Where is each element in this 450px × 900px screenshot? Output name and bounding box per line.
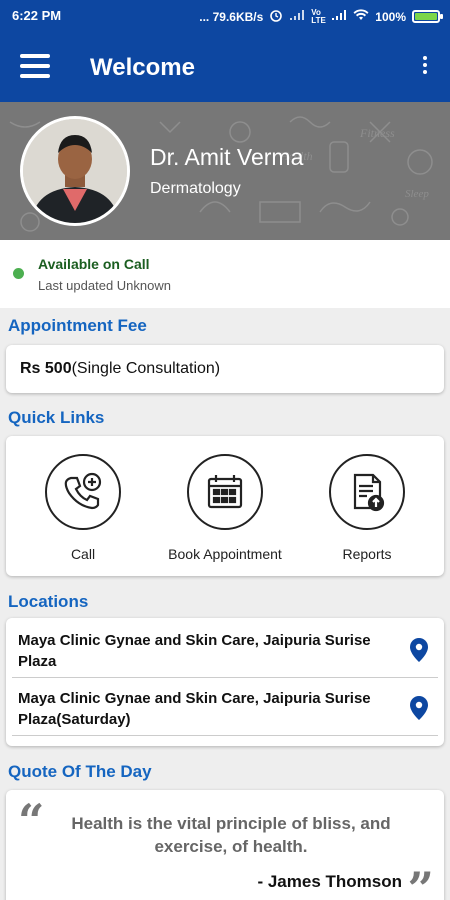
status-icons: ... 79.6KB/s Vo LTE 100% bbox=[199, 7, 443, 25]
network-type: Vo LTE bbox=[311, 7, 326, 25]
quote-title: Quote Of The Day bbox=[8, 762, 152, 781]
map-pin-icon[interactable] bbox=[410, 638, 428, 662]
status-bar: 6:22 PM ... 79.6KB/s Vo LTE 100% bbox=[0, 0, 450, 32]
app-bar: Welcome bbox=[0, 32, 450, 102]
battery-icon bbox=[412, 10, 443, 23]
quick-link-label: Reports bbox=[342, 546, 392, 562]
quick-link-call[interactable]: Call bbox=[8, 454, 158, 562]
quick-link-reports[interactable]: Reports bbox=[292, 454, 442, 562]
doctor-specialty: Dermatology bbox=[150, 180, 241, 197]
close-quote-icon: ” bbox=[407, 862, 434, 900]
open-quote-icon: “ bbox=[18, 794, 45, 848]
battery-percent: 100% bbox=[375, 9, 406, 24]
fee-text: Rs 500(Single Consultation) bbox=[20, 360, 220, 378]
quote-text: Health is the vital principle of bliss, … bbox=[71, 814, 391, 856]
report-upload-icon bbox=[329, 454, 405, 530]
location-item[interactable]: Maya Clinic Gynae and Skin Care, Jaipuri… bbox=[12, 680, 438, 736]
app-title: Welcome bbox=[90, 54, 195, 81]
doctor-name: Dr. Amit Verma bbox=[150, 144, 304, 170]
quick-links-title: Quick Links bbox=[8, 408, 105, 427]
appointment-fee-title: Appointment Fee bbox=[8, 316, 147, 335]
phone-plus-icon bbox=[45, 454, 121, 530]
quote-author: - James Thomson bbox=[257, 872, 402, 891]
fee-amount: Rs 500 bbox=[20, 360, 72, 377]
menu-icon[interactable] bbox=[20, 54, 50, 78]
quote-card: “ Health is the vital principle of bliss… bbox=[6, 790, 444, 900]
location-item[interactable]: Maya Clinic Gynae and Skin Care, Jaipuri… bbox=[12, 622, 438, 678]
calendar-icon bbox=[187, 454, 263, 530]
quick-links-card: Call Book Appointment Reports bbox=[6, 436, 444, 576]
quick-link-book-appointment[interactable]: Book Appointment bbox=[150, 454, 300, 562]
availability-dot-icon bbox=[13, 268, 24, 279]
quick-link-label: Call bbox=[70, 546, 96, 562]
overflow-menu-icon[interactable] bbox=[422, 56, 428, 77]
availability-panel: Available on Call Last updated Unknown bbox=[0, 240, 450, 308]
fee-description: (Single Consultation) bbox=[71, 360, 221, 377]
map-pin-icon[interactable] bbox=[410, 696, 428, 720]
network-speed: ... 79.6KB/s bbox=[199, 9, 264, 24]
availability-updated: Last updated Unknown bbox=[38, 278, 171, 293]
locations-card: Maya Clinic Gynae and Skin Care, Jaipuri… bbox=[6, 618, 444, 746]
signal-icon-2 bbox=[331, 9, 347, 24]
signal-icon bbox=[289, 9, 305, 24]
quick-link-label: Book Appointment bbox=[168, 546, 282, 562]
status-time: 6:22 PM bbox=[12, 8, 62, 23]
profile-header: Health Fitness Sleep Dr. Amit Verma Derm… bbox=[0, 102, 450, 240]
alarm-icon bbox=[269, 8, 283, 25]
location-name: Maya Clinic Gynae and Skin Care, Jaipuri… bbox=[18, 690, 371, 728]
wifi-icon bbox=[353, 9, 369, 24]
locations-title: Locations bbox=[8, 592, 89, 611]
svg-text:Sleep: Sleep bbox=[405, 188, 429, 200]
avatar bbox=[20, 116, 130, 226]
location-name: Maya Clinic Gynae and Skin Care, Jaipuri… bbox=[18, 632, 371, 670]
svg-text:Fitness: Fitness bbox=[359, 126, 395, 140]
appointment-fee-card: Rs 500(Single Consultation) bbox=[6, 345, 444, 393]
availability-status: Available on Call bbox=[38, 256, 150, 272]
